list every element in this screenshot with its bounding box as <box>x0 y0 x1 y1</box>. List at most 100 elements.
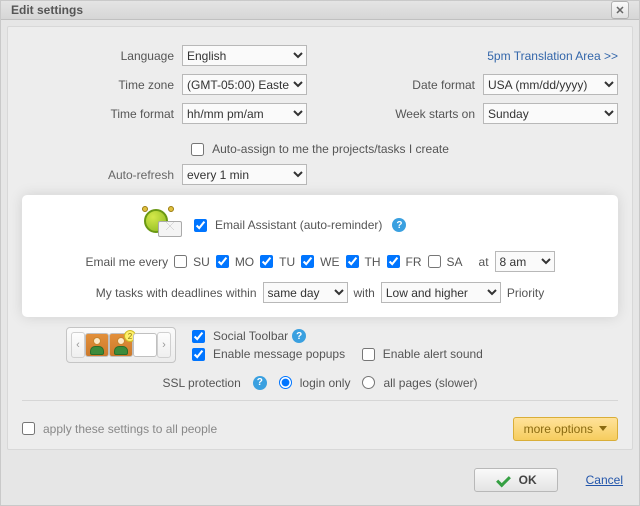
help-icon-social[interactable]: ? <box>292 329 306 343</box>
chevron-down-icon <box>599 426 607 431</box>
row-language: Language English 5pm Translation Area >> <box>22 45 618 66</box>
language-select[interactable]: English <box>182 45 307 66</box>
email-assistant-checkbox[interactable] <box>194 219 207 232</box>
social-row: ‹ 2 › Social Toolbar ? Enable <box>22 327 618 364</box>
row-timeformat-weekstarts: Time format hh/mm pm/am Week starts on S… <box>22 103 618 124</box>
email-assistant-label: Email Assistant (auto-reminder) <box>215 218 382 232</box>
with-label: with <box>354 286 375 300</box>
deadline-row: My tasks with deadlines within same day … <box>34 282 606 303</box>
email-assistant-toggle[interactable]: Email Assistant (auto-reminder) <box>194 218 382 232</box>
close-button[interactable]: ✕ <box>611 1 629 19</box>
day-SU-checkbox[interactable] <box>174 255 187 268</box>
edit-settings-dialog: Edit settings ✕ Language English 5pm Tra… <box>0 0 640 506</box>
apply-all-toggle[interactable]: apply these settings to all people <box>22 422 217 436</box>
priority-select[interactable]: Low and higher <box>381 282 501 303</box>
language-label: Language <box>22 49 182 63</box>
weekstarts-select[interactable]: Sunday <box>483 103 618 124</box>
row-auto-refresh: Auto-refresh every 1 min <box>22 164 618 185</box>
dateformat-select[interactable]: USA (mm/dd/yyyy) <box>483 74 618 95</box>
translation-area-link[interactable]: 5pm Translation Area >> <box>487 49 618 63</box>
footer-row: apply these settings to all people more … <box>22 417 618 441</box>
ok-button[interactable]: OK <box>474 468 558 492</box>
ssl-all-pages[interactable]: all pages (slower) <box>362 376 477 390</box>
ssl-allpages-label: all pages (slower) <box>383 376 477 390</box>
day-TH-checkbox[interactable] <box>346 255 359 268</box>
row-auto-assign: Auto-assign to me the projects/tasks I c… <box>22 142 618 156</box>
social-options: Social Toolbar ? Enable message popups E… <box>192 327 483 364</box>
more-options-label: more options <box>524 422 593 436</box>
dateformat-label: Date format <box>412 78 483 92</box>
help-icon[interactable]: ? <box>392 218 406 232</box>
popups-sound-row: Enable message popups Enable alert sound <box>192 347 483 364</box>
button-bar: OK Cancel <box>1 456 639 506</box>
avatar-user-1[interactable] <box>85 333 109 357</box>
day-MO-checkbox[interactable] <box>216 255 229 268</box>
weekstarts-label: Week starts on <box>395 107 483 121</box>
popups-checkbox[interactable] <box>192 348 205 361</box>
help-icon-ssl[interactable]: ? <box>253 376 267 390</box>
timeformat-select[interactable]: hh/mm pm/am <box>182 103 307 124</box>
ssl-login-label: login only <box>300 376 351 390</box>
social-toolbar-widget[interactable]: ‹ 2 › <box>66 327 176 363</box>
ssl-login-radio[interactable] <box>279 376 292 389</box>
day-WE-checkbox[interactable] <box>301 255 314 268</box>
ssl-login-only[interactable]: login only <box>279 376 351 390</box>
day-FR[interactable]: FR <box>387 255 422 269</box>
email-time-select[interactable]: 8 am <box>495 251 555 272</box>
chevron-left-icon: ‹ <box>76 339 80 351</box>
day-TU-checkbox[interactable] <box>260 255 273 268</box>
day-SU[interactable]: SU <box>174 255 210 269</box>
social-toolbar-label: Social Toolbar <box>213 329 288 343</box>
deadline-prefix: My tasks with deadlines within <box>96 286 257 300</box>
social-toolbar-toggle[interactable]: Social Toolbar ? <box>192 329 483 343</box>
cancel-link[interactable]: Cancel <box>586 473 623 487</box>
auto-assign-control[interactable]: Auto-assign to me the projects/tasks I c… <box>191 142 449 156</box>
apply-all-checkbox[interactable] <box>22 422 35 435</box>
sound-toggle[interactable]: Enable alert sound <box>362 347 483 361</box>
day-SA-checkbox[interactable] <box>428 255 441 268</box>
alarm-mail-icon <box>144 209 184 241</box>
content-area: Language English 5pm Translation Area >>… <box>7 26 633 450</box>
day-SA[interactable]: SA <box>428 255 463 269</box>
sound-checkbox[interactable] <box>362 348 375 361</box>
ssl-row: SSL protection ? login only all pages (s… <box>22 376 618 390</box>
day-WE[interactable]: WE <box>301 255 339 269</box>
email-me-label: Email me every <box>85 255 168 269</box>
popups-toggle[interactable]: Enable message popups <box>192 347 345 361</box>
social-toolbar-checkbox[interactable] <box>192 330 205 343</box>
day-TU[interactable]: TU <box>260 255 295 269</box>
toolbar-prev-button[interactable]: ‹ <box>71 332 85 358</box>
email-days-row: Email me every SU MO TU WE TH FR SA at 8… <box>34 251 606 272</box>
avatar-user-2[interactable]: 2 <box>109 333 133 357</box>
chevron-right-icon: › <box>162 339 166 351</box>
titlebar: Edit settings ✕ <box>1 1 639 20</box>
more-options-button[interactable]: more options <box>513 417 618 441</box>
timezone-select[interactable]: (GMT-05:00) Easte <box>182 74 307 95</box>
day-MO[interactable]: MO <box>216 255 254 269</box>
priority-label: Priority <box>507 286 544 300</box>
email-assistant-panel: Email Assistant (auto-reminder) ? Email … <box>22 195 618 317</box>
sound-label: Enable alert sound <box>383 347 483 361</box>
at-label: at <box>479 255 489 269</box>
deadline-range-select[interactable]: same day <box>263 282 348 303</box>
auto-refresh-select[interactable]: every 1 min <box>182 164 307 185</box>
day-FR-checkbox[interactable] <box>387 255 400 268</box>
auto-assign-label: Auto-assign to me the projects/tasks I c… <box>212 142 449 156</box>
dialog-title: Edit settings <box>11 3 83 17</box>
divider <box>22 400 618 401</box>
close-icon: ✕ <box>615 4 624 17</box>
avatar-empty[interactable] <box>133 333 157 357</box>
day-TH[interactable]: TH <box>346 255 381 269</box>
email-assistant-header: Email Assistant (auto-reminder) ? <box>34 209 606 241</box>
timezone-label: Time zone <box>22 78 182 92</box>
ssl-allpages-radio[interactable] <box>362 376 375 389</box>
auto-assign-checkbox[interactable] <box>191 143 204 156</box>
apply-all-label: apply these settings to all people <box>43 422 217 436</box>
auto-refresh-label: Auto-refresh <box>22 168 182 182</box>
ssl-label: SSL protection <box>162 376 240 390</box>
timeformat-label: Time format <box>22 107 182 121</box>
popups-label: Enable message popups <box>213 347 345 361</box>
toolbar-next-button[interactable]: › <box>157 332 171 358</box>
ok-label: OK <box>519 473 537 487</box>
row-timezone-dateformat: Time zone (GMT-05:00) Easte Date format … <box>22 74 618 95</box>
